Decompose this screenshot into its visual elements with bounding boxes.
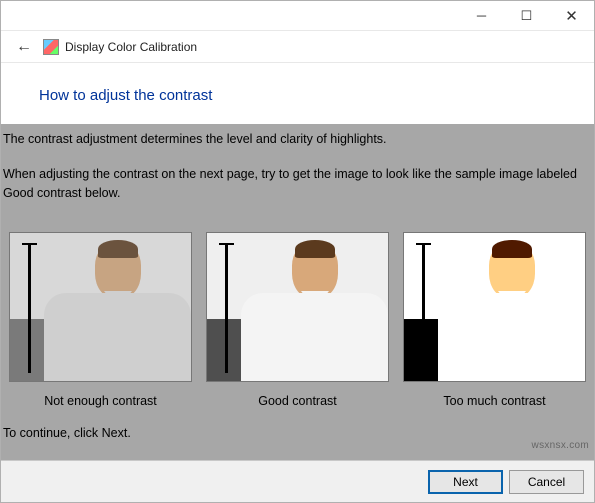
sample-label: Not enough contrast — [44, 394, 157, 408]
sample-label: Good contrast — [258, 394, 337, 408]
footer: Next Cancel — [1, 460, 594, 502]
back-button[interactable]: ← — [13, 36, 35, 58]
maximize-button[interactable]: ☐ — [504, 1, 549, 30]
titlebar: ─ ☐ ✕ — [1, 1, 594, 31]
content-area: How to adjust the contrast The contrast … — [1, 63, 594, 460]
app-title: Display Color Calibration — [65, 40, 197, 54]
sample-good: Good contrast — [206, 232, 389, 408]
sample-too-much: Too much contrast — [403, 232, 586, 408]
description-line-2: When adjusting the contrast on the next … — [3, 165, 580, 203]
sample-row: Not enough contrast Good contrast Too mu… — [1, 232, 594, 408]
sample-image-not-enough — [9, 232, 192, 382]
next-button-label: Next — [453, 475, 478, 489]
app-icon — [43, 39, 59, 55]
sample-image-too-much — [403, 232, 586, 382]
continue-hint: To continue, click Next. — [1, 408, 594, 440]
cancel-button[interactable]: Cancel — [509, 470, 584, 494]
header-bar: ← Display Color Calibration — [1, 31, 594, 63]
watermark: wsxnsx.com — [532, 440, 589, 451]
window-controls: ─ ☐ ✕ — [459, 1, 594, 30]
minimize-button[interactable]: ─ — [459, 1, 504, 30]
next-button[interactable]: Next — [428, 470, 503, 494]
cancel-button-label: Cancel — [528, 475, 565, 489]
close-button[interactable]: ✕ — [549, 1, 594, 30]
page-title: How to adjust the contrast — [39, 87, 594, 104]
content-header: How to adjust the contrast — [1, 63, 594, 124]
description: The contrast adjustment determines the l… — [1, 124, 594, 232]
description-line-1: The contrast adjustment determines the l… — [3, 130, 580, 149]
sample-label: Too much contrast — [443, 394, 545, 408]
sample-not-enough: Not enough contrast — [9, 232, 192, 408]
sample-image-good — [206, 232, 389, 382]
